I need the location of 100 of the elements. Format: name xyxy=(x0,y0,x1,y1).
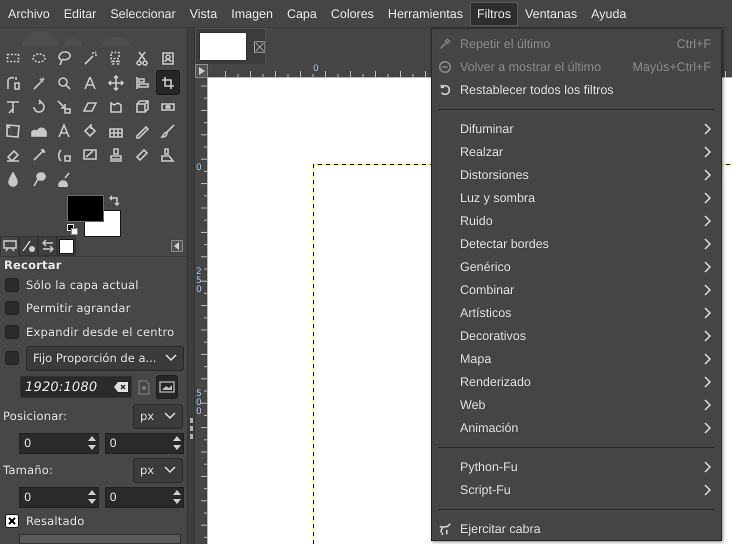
number-field[interactable]: 0 xyxy=(104,486,184,508)
ratio-field[interactable]: 1920:1080 xyxy=(20,376,132,398)
menu-entry-label: Renderizado xyxy=(460,374,532,388)
slider-track[interactable] xyxy=(19,534,181,544)
menu-item[interactable]: Archivo xyxy=(1,2,57,26)
spin-arrows-icon[interactable] xyxy=(173,488,181,506)
shortcut-label: Ctrl+F xyxy=(676,36,711,50)
number-field[interactable]: 0 xyxy=(104,432,184,454)
menu-entry[interactable]: Luz y sombra xyxy=(432,186,721,209)
menu-item[interactable]: Imagen xyxy=(224,2,280,26)
menu-entry-label: Script-Fu xyxy=(460,482,512,496)
ruler-label: 0 xyxy=(196,164,203,173)
menu-entry[interactable]: Realzar xyxy=(432,140,721,163)
spin-arrows-icon[interactable] xyxy=(173,434,181,452)
menu-item[interactable]: Herramientas xyxy=(380,2,470,26)
images-tab[interactable] xyxy=(57,236,76,256)
landscape-icon xyxy=(159,381,175,393)
chevron-right-icon xyxy=(704,422,711,434)
menu-item[interactable]: Seleccionar xyxy=(103,2,183,26)
checkbox-label: Resaltado xyxy=(26,514,84,528)
lasso-icon xyxy=(56,50,72,66)
menu-entry[interactable]: Detectar bordes xyxy=(432,232,721,255)
eyedropper-icon xyxy=(30,74,47,91)
ink-icon xyxy=(56,147,72,164)
landscape-button[interactable] xyxy=(156,375,178,399)
swap-arrows-icon[interactable] xyxy=(108,195,120,208)
menu-entry[interactable]: Distorsiones xyxy=(432,163,721,186)
menu-entry[interactable]: Python-Fu xyxy=(432,455,721,478)
image-thumbnail xyxy=(200,33,246,60)
field-label: Tamaño: xyxy=(3,463,54,477)
stamp-perspective-icon xyxy=(160,147,176,164)
menu-entry-label: Animación xyxy=(460,420,520,434)
menu-entry-label: Artísticos xyxy=(460,306,512,320)
tool-options-tab[interactable] xyxy=(0,236,19,256)
menu-item[interactable]: Vista xyxy=(182,2,224,26)
chevron-right-icon xyxy=(704,306,711,318)
image-tab[interactable] xyxy=(195,28,266,64)
checkbox[interactable] xyxy=(5,514,19,528)
cage-icon xyxy=(108,98,124,115)
menu-item[interactable]: Ayuda xyxy=(584,2,634,26)
menu-entry[interactable]: Difuminar xyxy=(432,117,721,140)
aspect-dropdown[interactable]: Fijo Proporción de a... xyxy=(26,346,184,370)
checkbox[interactable] xyxy=(5,324,19,338)
menu-item[interactable]: Ventanas xyxy=(518,2,584,26)
number-field[interactable]: 0 xyxy=(19,486,98,508)
menu-entry[interactable]: Mapa xyxy=(432,347,721,370)
stamp-icon xyxy=(108,147,124,164)
menu-item[interactable]: Capa xyxy=(280,2,324,26)
checkbox[interactable] xyxy=(5,351,19,365)
menu-entry-label: Restablecer todos los filtros xyxy=(460,82,615,96)
navigate-button[interactable] xyxy=(195,64,208,78)
menu-entry[interactable]: Genérico xyxy=(432,255,721,278)
paintbrush-icon xyxy=(160,122,176,139)
menu-entry[interactable]: Ejercitar cabra xyxy=(432,517,721,540)
menu-entry[interactable]: Ruido xyxy=(432,209,721,232)
unit-dropdown[interactable]: px xyxy=(133,404,183,428)
frame-icon xyxy=(4,122,21,139)
menu-entry[interactable]: Restablecer todos los filtros xyxy=(432,78,721,101)
dock-menu-button[interactable] xyxy=(171,240,183,252)
menu-entry[interactable]: Combinar xyxy=(432,278,721,301)
color-swatches-drawing[interactable] xyxy=(67,195,122,238)
device-status-tab[interactable] xyxy=(19,236,38,256)
menu-entry[interactable]: Artísticos xyxy=(432,301,721,324)
menu-entry[interactable]: Web xyxy=(432,393,721,416)
menu-item[interactable]: Colores xyxy=(324,2,381,26)
spin-arrows-icon[interactable] xyxy=(88,488,96,506)
menu-item[interactable]: Editar xyxy=(56,2,104,26)
checkbox[interactable] xyxy=(5,278,19,292)
default-colors-icon[interactable] xyxy=(67,224,78,236)
smudge-icon xyxy=(30,171,47,188)
close-icon[interactable] xyxy=(254,40,265,52)
triangle-left-icon xyxy=(173,242,181,250)
menu-item[interactable]: Filtros xyxy=(470,2,518,26)
menu-entry[interactable]: Script-Fu xyxy=(432,478,721,501)
number-field[interactable]: 0 xyxy=(19,432,98,454)
image-icon xyxy=(59,238,74,254)
person-select-icon xyxy=(160,50,176,66)
menu-entry[interactable]: Animación xyxy=(432,416,721,439)
menu-entry-label: Repetir el último xyxy=(460,36,552,50)
chevron-right-icon xyxy=(704,352,711,364)
menu-entry-label: Web xyxy=(460,398,486,412)
checkbox[interactable] xyxy=(5,300,19,314)
menu-entry-label: Distorsiones xyxy=(460,168,530,182)
menu-entry-label: Genérico xyxy=(460,260,512,274)
checkbox-label: Permitir agrandar xyxy=(26,300,130,314)
field-label: Posicionar: xyxy=(3,409,68,423)
pen-icon xyxy=(22,239,36,253)
menu-entry-label: Decorativos xyxy=(460,328,527,342)
shortcut-label: Mayús+Ctrl+F xyxy=(632,60,711,74)
clear-icon[interactable] xyxy=(114,382,128,392)
chevron-down-icon xyxy=(164,466,176,474)
unit-dropdown[interactable]: px xyxy=(133,458,183,482)
menu-entry[interactable]: Renderizado xyxy=(432,370,721,393)
spin-arrows-icon[interactable] xyxy=(88,434,96,452)
move-icon xyxy=(108,74,124,91)
menu-entry[interactable]: Decorativos xyxy=(432,324,721,347)
undo-history-tab[interactable] xyxy=(38,236,57,256)
menu-entry-label: Difuminar xyxy=(460,122,514,136)
resize-grip[interactable] xyxy=(190,418,193,440)
tool-button[interactable] xyxy=(156,70,180,95)
